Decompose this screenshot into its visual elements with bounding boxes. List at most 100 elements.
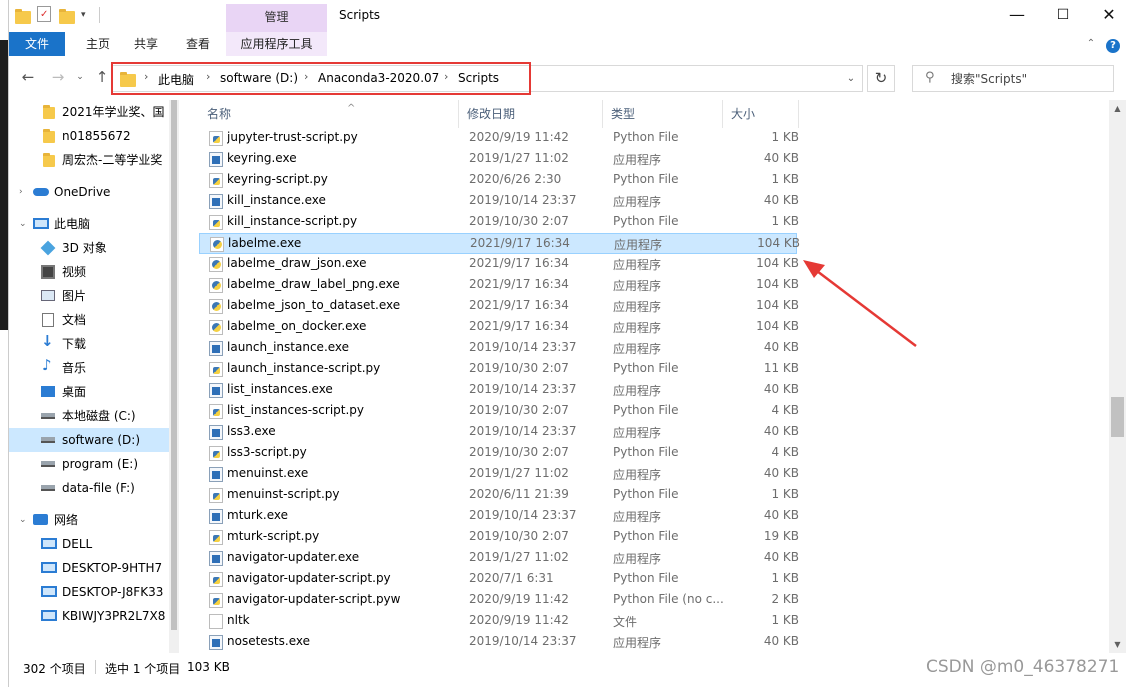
nav-item-drive-c[interactable]: 本地磁盘 (C:) (9, 404, 169, 428)
file-row[interactable]: nosetests.exe 2019/10/14 23:37 应用程序 40 KB (199, 632, 799, 653)
new-folder-icon[interactable] (59, 8, 75, 24)
file-row[interactable]: lss3.exe 2019/10/14 23:37 应用程序 40 KB (199, 422, 799, 443)
file-row[interactable]: menuinst.exe 2019/1/27 11:02 应用程序 40 KB (199, 464, 799, 485)
tab-view[interactable]: 查看 (173, 32, 223, 56)
nav-item-drive-f[interactable]: data-file (F:) (9, 476, 169, 500)
nav-item-network[interactable]: ⌄ 网络 (9, 508, 169, 532)
address-bar[interactable]: › 此电脑 › software (D:) › Anaconda3-2020.0… (111, 62, 863, 95)
file-type: 应用程序 (613, 384, 662, 398)
file-row[interactable]: mturk.exe 2019/10/14 23:37 应用程序 40 KB (199, 506, 799, 527)
file-date: 2020/9/19 11:42 (469, 613, 569, 627)
nav-item-folder-3[interactable]: 周宏杰-二等学业奖 (9, 148, 169, 172)
nav-item-computer-2[interactable]: DESKTOP-9HTH7 (9, 556, 169, 580)
nav-item-3d-objects[interactable]: 3D 对象 (9, 236, 169, 260)
file-row[interactable]: nltk 2020/9/19 11:42 文件 1 KB (199, 611, 799, 632)
nav-item-this-pc[interactable]: ⌄ 此电脑 (9, 212, 169, 236)
column-header-type[interactable]: 类型 (603, 100, 723, 128)
nav-item-desktop[interactable]: 桌面 (9, 380, 169, 404)
tab-application-tools[interactable]: 应用程序工具 (226, 32, 327, 56)
application-icon (209, 299, 223, 314)
nav-item-videos[interactable]: 视频 (9, 260, 169, 284)
file-row[interactable]: kill_instance-script.py 2019/10/30 2:07 Py… (199, 212, 799, 233)
file-name: menuinst.exe (227, 466, 309, 480)
file-row[interactable]: labelme_draw_label_png.exe 2021/9/17 16:3… (199, 275, 799, 296)
downloads-icon: ↓ (41, 332, 54, 350)
properties-icon[interactable]: ✓ (37, 6, 51, 22)
nav-item-folder-1[interactable]: 2021年学业奖、国 (9, 100, 169, 124)
file-row[interactable]: kill_instance.exe 2019/10/14 23:37 应用程序 40 … (199, 191, 799, 212)
context-tab-manage[interactable]: 管理 (226, 4, 327, 32)
customize-quick-access-icon[interactable]: ▾ (81, 10, 97, 26)
file-type: Python File (613, 403, 679, 417)
file-size: 1 KB (771, 130, 799, 144)
tab-home[interactable]: 主页 (73, 32, 123, 56)
nav-item-downloads[interactable]: ↓ 下载 (9, 332, 169, 356)
nav-item-computer-3[interactable]: DESKTOP-J8FK33 (9, 580, 169, 604)
file-row[interactable]: navigator-updater.exe 2019/1/27 11:02 应用程序… (199, 548, 799, 569)
network-icon (33, 514, 48, 525)
nav-item-computer-4[interactable]: KBIWJY3PR2L7X8 (9, 604, 169, 628)
chevron-down-icon[interactable]: ⌄ (840, 66, 862, 91)
file-row[interactable]: navigator-updater-script.py 2020/7/1 6:31… (199, 569, 799, 590)
up-button[interactable]: ↑ (93, 68, 111, 86)
minimize-button[interactable]: — (994, 0, 1040, 32)
chevron-down-icon[interactable]: ⌄ (19, 212, 27, 236)
search-input[interactable] (951, 69, 1111, 89)
column-header-name[interactable]: 名称 ^ (199, 100, 459, 128)
nav-item-drive-d[interactable]: software (D:) (9, 428, 169, 452)
chevron-up-icon[interactable]: ⌃ (1083, 32, 1099, 56)
nav-item-onedrive[interactable]: › OneDrive (9, 180, 169, 204)
application-icon (209, 320, 223, 335)
scroll-up-icon[interactable]: ▲ (1109, 100, 1126, 117)
file-row[interactable]: labelme_json_to_dataset.exe 2021/9/17 16:… (199, 296, 799, 317)
file-row[interactable]: launch_instance-script.py 2019/10/30 2:07… (199, 359, 799, 380)
nav-item-computer-dell[interactable]: DELL (9, 532, 169, 556)
music-icon: ♪ (42, 356, 52, 374)
scroll-down-icon[interactable]: ▼ (1109, 636, 1126, 653)
file-row[interactable]: mturk-script.py 2019/10/30 2:07 Python Fil… (199, 527, 799, 548)
file-row[interactable]: list_instances-script.py 2019/10/30 2:07 P… (199, 401, 799, 422)
file-type: 应用程序 (613, 153, 662, 167)
file-row[interactable]: jupyter-trust-script.py 2020/9/19 11:42 Py… (199, 128, 799, 149)
file-row[interactable]: launch_instance.exe 2019/10/14 23:37 应用程序 4… (199, 338, 799, 359)
search-box[interactable]: ⚲ (912, 65, 1114, 92)
chevron-down-icon[interactable]: ⌄ (19, 508, 27, 532)
column-header-size[interactable]: 大小 (723, 100, 799, 128)
nav-item-drive-e[interactable]: program (E:) (9, 452, 169, 476)
back-button[interactable]: ← (19, 68, 37, 86)
file-row[interactable]: menuinst-script.py 2020/6/11 21:39 Python … (199, 485, 799, 506)
folder-icon (43, 129, 57, 143)
scroll-thumb[interactable] (1111, 397, 1124, 437)
file-list-scrollbar[interactable]: ▲ ▼ (1109, 100, 1126, 653)
file-row[interactable]: keyring-script.py 2020/6/26 2:30 Python Fi… (199, 170, 799, 191)
column-header-date[interactable]: 修改日期 (459, 100, 603, 128)
refresh-button[interactable]: ↻ (867, 65, 895, 92)
file-row[interactable]: labelme_on_docker.exe 2021/9/17 16:34 应用程序… (199, 317, 799, 338)
file-type: 应用程序 (613, 279, 662, 293)
nav-item-label: KBIWJY3PR2L7X8 (62, 609, 166, 623)
divider (99, 7, 100, 23)
close-button[interactable]: ✕ (1086, 0, 1132, 32)
status-selected: 选中 1 个项目 (105, 662, 181, 676)
chevron-right-icon[interactable]: › (19, 180, 23, 204)
nav-item-documents[interactable]: 文档 (9, 308, 169, 332)
file-row[interactable]: lss3-script.py 2019/10/30 2:07 Python File… (199, 443, 799, 464)
file-size: 40 KB (763, 550, 799, 564)
python-file-icon (209, 446, 223, 461)
file-row[interactable]: navigator-updater-script.pyw 2020/9/19 11… (199, 590, 799, 611)
file-row[interactable]: labelme_draw_json.exe 2021/9/17 16:34 应用程序… (199, 254, 799, 275)
maximize-button[interactable]: ☐ (1040, 0, 1086, 32)
help-icon[interactable]: ? (1105, 32, 1121, 56)
nav-scrollbar[interactable] (169, 100, 179, 653)
tab-file[interactable]: 文件 (9, 32, 65, 56)
tab-share[interactable]: 共享 (121, 32, 171, 56)
recent-locations-dropdown[interactable]: ⌄ (71, 68, 89, 86)
nav-item-pictures[interactable]: 图片 (9, 284, 169, 308)
file-row[interactable]: list_instances.exe 2019/10/14 23:37 应用程序 40… (199, 380, 799, 401)
file-row[interactable]: labelme.exe 2021/9/17 16:34 应用程序 104 KB (199, 233, 800, 254)
file-name: launch_instance.exe (227, 340, 350, 354)
forward-button[interactable]: → (49, 68, 67, 86)
nav-item-folder-2[interactable]: n01855672 (9, 124, 169, 148)
file-row[interactable]: keyring.exe 2019/1/27 11:02 应用程序 40 KB (199, 149, 799, 170)
nav-item-music[interactable]: ♪ 音乐 (9, 356, 169, 380)
